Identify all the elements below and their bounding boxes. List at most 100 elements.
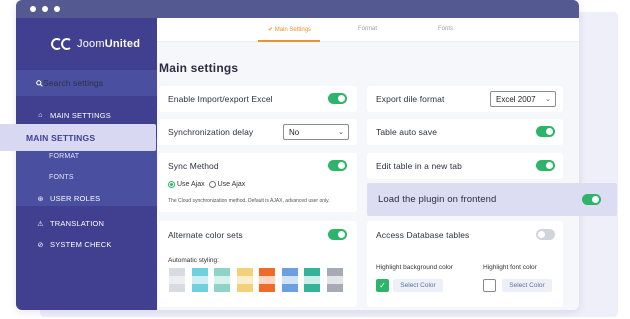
- radio-use-ajax-alt[interactable]: [208, 181, 216, 188]
- setting-export-format: Export dile format Excel 2007 ⌄: [367, 86, 563, 112]
- page-title: Main settings: [159, 61, 239, 75]
- swatch-band: [304, 284, 320, 292]
- swatch-band: [236, 284, 253, 292]
- swatch-band: [191, 276, 208, 284]
- brand-name: JoomUnited: [77, 38, 141, 50]
- sync-method-options: Use Ajax Use Ajax: [168, 181, 245, 188]
- sidebar-item-main-settings-highlight[interactable]: MAIN SETTINGS: [0, 124, 156, 151]
- load-frontend-toggle[interactable]: [582, 194, 601, 205]
- select-value: Excel 2007: [496, 94, 536, 104]
- color-swatch[interactable]: [169, 268, 185, 292]
- radio-use-ajax[interactable]: [168, 181, 175, 188]
- highlight-font-label: Highlight font color: [483, 264, 537, 271]
- sidebar-item-label: USER ROLES: [50, 194, 101, 203]
- swatch-band: [214, 268, 230, 276]
- sidebar-item-main-settings[interactable]: ⌂ MAIN SETTINGS: [36, 111, 111, 120]
- select-value: No: [289, 127, 300, 137]
- highlight-bg-select-color-button[interactable]: Select Color: [393, 279, 443, 292]
- setting-label: Sync Method: [168, 161, 219, 171]
- export-format-select[interactable]: Excel 2007 ⌄: [490, 91, 556, 107]
- check-circle-icon: ⊘: [37, 241, 44, 249]
- settings-tabs: ✔ Main Settings Format Fonts: [157, 18, 579, 42]
- window-minimize-dot[interactable]: [42, 6, 48, 12]
- swatch-band: [169, 284, 185, 292]
- setting-auto-save: Table auto save: [367, 119, 563, 145]
- brand-logo-icon: [51, 38, 71, 50]
- swatch-band: [326, 284, 343, 292]
- sync-method-note: The Cloud synchronization method. Defaul…: [168, 198, 330, 204]
- search-input[interactable]: Search settings: [43, 78, 103, 88]
- tab-fonts[interactable]: Fonts: [438, 26, 453, 32]
- swatch-band: [191, 268, 208, 276]
- setting-enable-import: Enable Import/export Excel: [159, 86, 357, 112]
- swatch-band: [169, 276, 185, 284]
- setting-label: Edit table in a new tab: [376, 161, 462, 171]
- window-titlebar: [16, 0, 579, 18]
- sidebar-item-system-check[interactable]: ⊘ SYSTEM CHECK: [36, 240, 112, 249]
- highlight-bg-label: Highlight background color: [376, 264, 453, 271]
- sidebar-item-label: MAIN SETTINGS: [50, 111, 111, 120]
- sidebar-item-label: TRANSLATION: [50, 219, 105, 228]
- swatch-band: [259, 284, 275, 292]
- sidebar-subitem-fonts[interactable]: FONTS: [49, 174, 74, 181]
- sync-method-toggle[interactable]: [328, 160, 347, 171]
- swatch-band: [169, 268, 185, 276]
- setting-label: Synchronization delay: [168, 127, 254, 137]
- sync-delay-select[interactable]: No ⌄: [283, 124, 349, 140]
- automatic-styling-label: Automatic styling:: [168, 257, 219, 264]
- setting-label: Table auto save: [376, 127, 438, 137]
- window-close-dot[interactable]: [30, 6, 36, 12]
- auto-save-toggle[interactable]: [536, 126, 555, 137]
- swatch-band: [281, 276, 298, 284]
- sidebar: JoomUnited Search settings ⌂ MAIN SETTIN…: [16, 18, 157, 310]
- setting-label: Enable Import/export Excel: [168, 94, 273, 104]
- setting-label: Load the plugin on frontend: [378, 194, 497, 205]
- sidebar-subitem-format[interactable]: FORMAT: [49, 153, 79, 160]
- color-swatch[interactable]: [326, 268, 343, 292]
- setting-alternate-colors: Alternate color sets Automatic styling:: [159, 221, 357, 307]
- home-icon: ⌂: [38, 112, 43, 119]
- highlight-bg-checkbox[interactable]: ✓: [376, 279, 389, 292]
- swatch-band: [326, 268, 343, 276]
- translation-icon: ⚠: [37, 220, 44, 228]
- sidebar-item-translation[interactable]: ⚠ TRANSLATION: [36, 219, 104, 228]
- highlight-font-select-color-button[interactable]: Select Color: [502, 279, 552, 292]
- swatch-band: [236, 276, 253, 284]
- tab-format[interactable]: Format: [358, 26, 377, 32]
- highlight-font-checkbox[interactable]: [483, 279, 496, 292]
- setting-access-db: Access Database tables Highlight backgro…: [367, 221, 563, 307]
- window-maximize-dot[interactable]: [54, 6, 60, 12]
- enable-import-toggle[interactable]: [328, 93, 347, 104]
- swatch-band: [326, 276, 343, 284]
- swatch-band: [281, 268, 298, 276]
- swatch-band: [304, 268, 320, 276]
- radio-label: Use Ajax: [177, 181, 205, 188]
- sidebar-item-label: SYSTEM CHECK: [50, 240, 112, 249]
- setting-load-frontend: Load the plugin on frontend: [367, 183, 617, 216]
- search-icon: [36, 79, 43, 87]
- chevron-down-icon: ⌄: [338, 129, 344, 136]
- tab-main-settings[interactable]: ✔ Main Settings: [268, 26, 311, 33]
- setting-label: Alternate color sets: [168, 230, 243, 240]
- swatch-band: [281, 284, 298, 292]
- setting-label: Access Database tables: [376, 230, 470, 240]
- color-swatch[interactable]: [259, 268, 275, 292]
- color-swatch[interactable]: [304, 268, 320, 292]
- swatch-band: [191, 284, 208, 292]
- edit-new-tab-toggle[interactable]: [536, 160, 555, 171]
- swatch-band: [214, 276, 230, 284]
- alternate-colors-toggle[interactable]: [328, 229, 347, 240]
- color-swatch[interactable]: [214, 268, 230, 292]
- swatch-band: [304, 276, 320, 284]
- setting-label: Export dile format: [376, 94, 445, 104]
- brand-logo: JoomUnited: [49, 36, 140, 52]
- color-swatch[interactable]: [236, 268, 253, 292]
- sidebar-item-user-roles[interactable]: ⊛ USER ROLES: [36, 194, 100, 203]
- swatch-band: [236, 268, 253, 276]
- access-db-toggle[interactable]: [536, 229, 555, 240]
- color-swatch[interactable]: [281, 268, 298, 292]
- active-tab-indicator: [258, 40, 320, 42]
- setting-edit-new-tab: Edit table in a new tab: [367, 153, 563, 179]
- search-settings[interactable]: Search settings: [16, 70, 157, 96]
- color-swatch[interactable]: [191, 268, 208, 292]
